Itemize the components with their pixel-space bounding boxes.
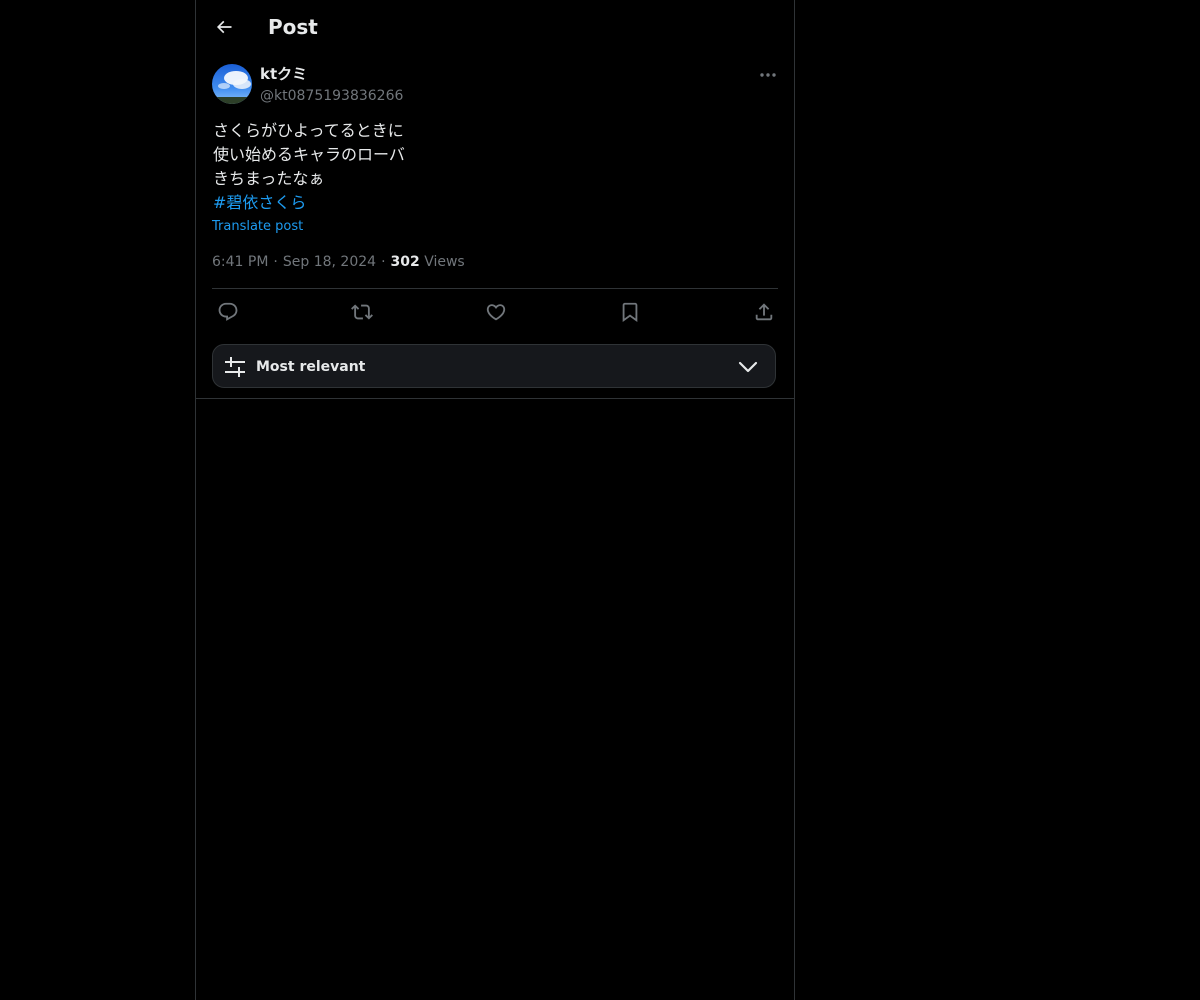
meta-separator: ·	[273, 254, 278, 270]
more-options-button[interactable]	[756, 64, 780, 86]
bookmark-icon	[622, 302, 638, 323]
sort-label: Most relevant	[256, 359, 366, 375]
translate-post-link[interactable]: Translate post	[212, 218, 303, 236]
divider	[212, 288, 778, 289]
arrow-left-icon	[216, 20, 232, 34]
like-button[interactable]	[484, 300, 508, 324]
post-line: 使い始めるキャラのローバ	[213, 145, 405, 164]
views-label: Views	[424, 254, 465, 270]
author-display-name[interactable]: ktクミ	[260, 64, 307, 84]
views-count: 302	[390, 254, 420, 270]
share-icon	[755, 303, 773, 321]
share-button[interactable]	[752, 300, 776, 324]
divider	[196, 398, 794, 399]
hashtag-link[interactable]: #碧依さくら	[213, 191, 306, 215]
chevron-down-icon	[737, 356, 759, 378]
post-line: さくらがひよってるときに	[213, 121, 404, 140]
main-column: Post ktクミ @kt0875193836266 さくらがひよってるときに …	[195, 0, 795, 1000]
author-avatar[interactable]	[212, 64, 252, 104]
heart-icon	[486, 304, 506, 321]
post-text: さくらがひよってるときに 使い始めるキャラのローバ きちまったなぁ #碧依さくら	[213, 119, 773, 215]
sliders-icon	[224, 356, 246, 378]
repost-button[interactable]	[350, 300, 374, 324]
post-time[interactable]: 6:41 PM	[212, 254, 268, 270]
page-title: Post	[268, 15, 318, 39]
repost-icon	[351, 304, 373, 320]
post-line: きちまったなぁ	[213, 169, 325, 188]
back-button[interactable]	[208, 10, 240, 44]
more-dots-icon	[760, 73, 776, 77]
meta-separator: ·	[381, 254, 386, 270]
post-header: Post	[196, 0, 794, 53]
sort-replies-dropdown[interactable]: Most relevant	[212, 344, 776, 388]
avatar-sky-image	[212, 64, 252, 104]
post-meta: 6:41 PM · Sep 18, 2024 · 302 Views	[212, 252, 465, 272]
author-handle[interactable]: @kt0875193836266	[260, 86, 403, 106]
reply-icon	[218, 302, 238, 321]
post-date[interactable]: Sep 18, 2024	[283, 254, 376, 270]
bookmark-button[interactable]	[618, 300, 642, 324]
reply-button[interactable]	[216, 300, 240, 324]
